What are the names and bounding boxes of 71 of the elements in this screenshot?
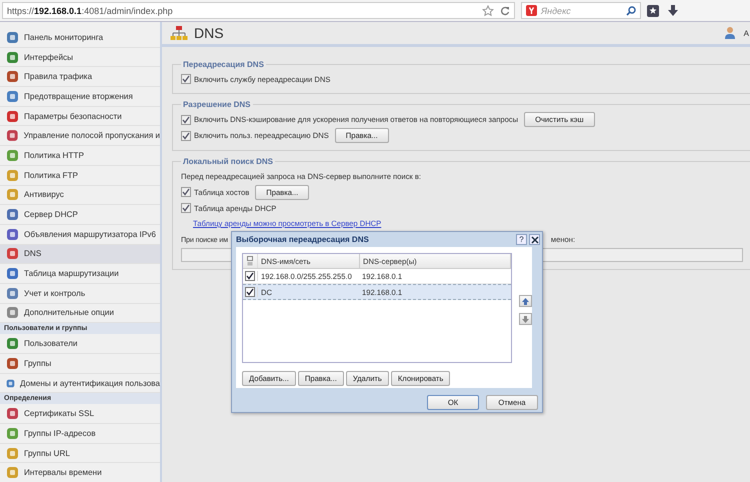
menu-square-icon: [6, 267, 19, 280]
sidebar-item[interactable]: Учет и контроль: [0, 284, 160, 304]
menu-square-icon: [6, 356, 19, 370]
sidebar-item[interactable]: Интерфейсы: [0, 48, 160, 68]
menu-square-icon: [6, 228, 19, 241]
sidebar-item[interactable]: Группы URL: [0, 444, 160, 464]
sidebar-item[interactable]: Пользователи: [0, 334, 160, 354]
menu-square-icon: [6, 148, 19, 162]
user-name[interactable]: А: [744, 28, 750, 38]
sidebar-item[interactable]: Таблица маршрутизации: [0, 264, 160, 284]
down-arrow-icon: [522, 316, 529, 322]
bookmarks-icon[interactable]: [647, 4, 661, 16]
menu-square-icon: [6, 208, 19, 222]
url-field[interactable]: https://192.168.0.1:4081/admin/index.php: [2, 2, 515, 19]
up-arrow-icon: [522, 298, 529, 304]
search-icon[interactable]: [626, 6, 636, 16]
sidebar-item[interactable]: Антивирус: [0, 186, 160, 206]
help-button[interactable]: ?: [516, 234, 527, 245]
menu-square-icon: [6, 337, 19, 350]
sidebar-item[interactable]: Сервер DHCP: [0, 205, 160, 225]
sidebar-item[interactable]: Сертификаты SSL: [0, 404, 160, 424]
sidebar-item[interactable]: Панель мониторинга: [0, 28, 160, 48]
sidebar-item[interactable]: DNS: [0, 244, 160, 264]
move-down-button[interactable]: [519, 313, 532, 325]
menu-square-icon: [6, 426, 19, 440]
star-icon[interactable]: [482, 4, 494, 16]
menu-square-icon: [6, 30, 19, 44]
checkbox[interactable]: [181, 203, 191, 213]
menu-square-icon: [6, 110, 19, 123]
sidebar-item[interactable]: Предотвращение вторжения: [0, 87, 160, 107]
menu-square-icon: [6, 446, 19, 460]
page-title: DNS: [194, 25, 224, 41]
checkbox[interactable]: [181, 74, 191, 84]
y-logo-icon: [526, 5, 537, 16]
sidebar-item[interactable]: Группы IP-адресов: [0, 424, 160, 444]
sidebar-item[interactable]: Группы: [0, 354, 160, 374]
menu-square-icon: [6, 90, 19, 103]
checkbox[interactable]: [181, 187, 191, 197]
checkbox[interactable]: [181, 114, 191, 124]
checkbox[interactable]: [245, 287, 255, 297]
menu-square-icon: [6, 247, 19, 260]
menu-square-icon: [6, 168, 19, 182]
group-title: Локальный поиск DNS: [182, 157, 274, 166]
reload-icon[interactable]: [500, 6, 510, 16]
dialog-title: Выборочная переадресация DNS: [236, 235, 369, 244]
menu-square-icon: [6, 286, 19, 300]
menu-square-icon: [6, 376, 15, 390]
checkbox[interactable]: [181, 130, 191, 140]
sidebar-item[interactable]: Политика FTP: [0, 166, 160, 186]
user-icon[interactable]: [724, 26, 738, 40]
menu-square-icon: [6, 129, 19, 142]
checkbox[interactable]: [245, 271, 255, 281]
move-up-button[interactable]: [519, 295, 532, 307]
sidebar-item[interactable]: Политика HTTP: [0, 146, 160, 166]
sidebar-item[interactable]: Интервалы времени: [0, 463, 160, 482]
menu-square-icon: [6, 50, 19, 64]
group-title: Разрешение DNS: [182, 100, 252, 109]
network-tree-icon: [170, 25, 188, 41]
sidebar-item[interactable]: Правила трафика: [0, 67, 160, 88]
menu-square-icon: [6, 306, 19, 320]
close-icon: [530, 236, 538, 244]
checkbox-column-icon: [247, 256, 253, 266]
menu-square-icon: [6, 407, 19, 420]
group-title: Переадресация DNS: [182, 60, 265, 69]
sidebar-item[interactable]: Управление полосой пропускания и: [0, 126, 160, 146]
menu-square-icon: [6, 188, 19, 202]
menu-square-icon: [6, 466, 19, 480]
sidebar-item[interactable]: Параметры безопасности: [0, 106, 160, 126]
menu-square-icon: [6, 70, 19, 84]
download-icon[interactable]: [667, 4, 679, 16]
close-button[interactable]: [529, 234, 540, 245]
